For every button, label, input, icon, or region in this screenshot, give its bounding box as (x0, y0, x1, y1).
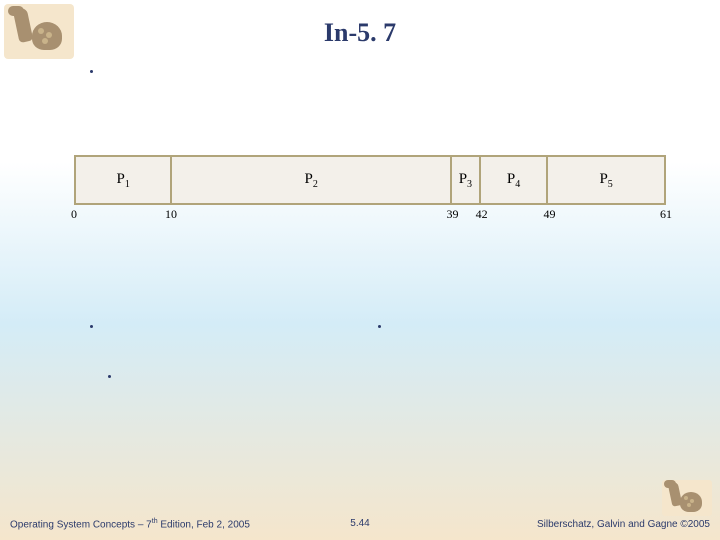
gantt-segment: P4 (481, 157, 548, 203)
gantt-segment: P1 (76, 157, 172, 203)
gantt-tick-label: 0 (71, 207, 77, 222)
gantt-bar: P1 P2 P3 P4 P5 (74, 155, 666, 205)
gantt-segment-subscript: 3 (467, 179, 472, 190)
footer-left-text-b: Edition, Feb 2, 2005 (158, 519, 250, 530)
gantt-tick-label: 39 (446, 207, 458, 222)
gantt-tick-label: 61 (660, 207, 672, 222)
slide: In-5. 7 P1P2P3P4P5 01039424961 Operating… (0, 0, 720, 540)
gantt-segment-subscript: 1 (125, 179, 130, 190)
bullet-icon (90, 325, 93, 328)
slide-title: In-5. 7 (0, 18, 720, 48)
dinosaur-icon (664, 480, 676, 488)
gantt-tick-label: 10 (165, 207, 177, 222)
bullet-icon (108, 375, 111, 378)
gantt-segment: P3 (452, 157, 481, 203)
bullet-icon (378, 325, 381, 328)
bullet-icon (90, 70, 93, 73)
copyright-icon: © (680, 519, 687, 530)
gantt-segment-label: P1 (117, 171, 130, 190)
gantt-segment: P2 (172, 157, 452, 203)
footer-right: Silberschatz, Galvin and Gagne ©2005 (370, 519, 710, 530)
gantt-segment-label: P4 (507, 171, 520, 190)
footer: Operating System Concepts – 7th Edition,… (0, 494, 720, 534)
footer-left-text-a: Operating System Concepts – 7 (10, 519, 152, 530)
footer-page-number: 5.44 (350, 518, 369, 530)
gantt-segment-subscript: 2 (313, 179, 318, 190)
gantt-segment-label: P3 (459, 171, 472, 190)
gantt-chart: P1P2P3P4P5 01039424961 (74, 155, 666, 223)
gantt-segment-label: P2 (304, 171, 317, 190)
gantt-segment: P5 (548, 157, 664, 203)
gantt-axis: 01039424961 (74, 207, 666, 223)
dinosaur-icon (8, 6, 24, 16)
gantt-segment-subscript: 4 (515, 179, 520, 190)
footer-left: Operating System Concepts – 7th Edition,… (10, 518, 350, 530)
gantt-segment-subscript: 5 (608, 179, 613, 190)
footer-right-text-c: 2005 (688, 519, 710, 530)
footer-right-text-a: Silberschatz, Galvin and Gagne (537, 519, 680, 530)
gantt-tick-label: 49 (544, 207, 556, 222)
gantt-segment-label: P5 (599, 171, 612, 190)
gantt-tick-label: 42 (476, 207, 488, 222)
